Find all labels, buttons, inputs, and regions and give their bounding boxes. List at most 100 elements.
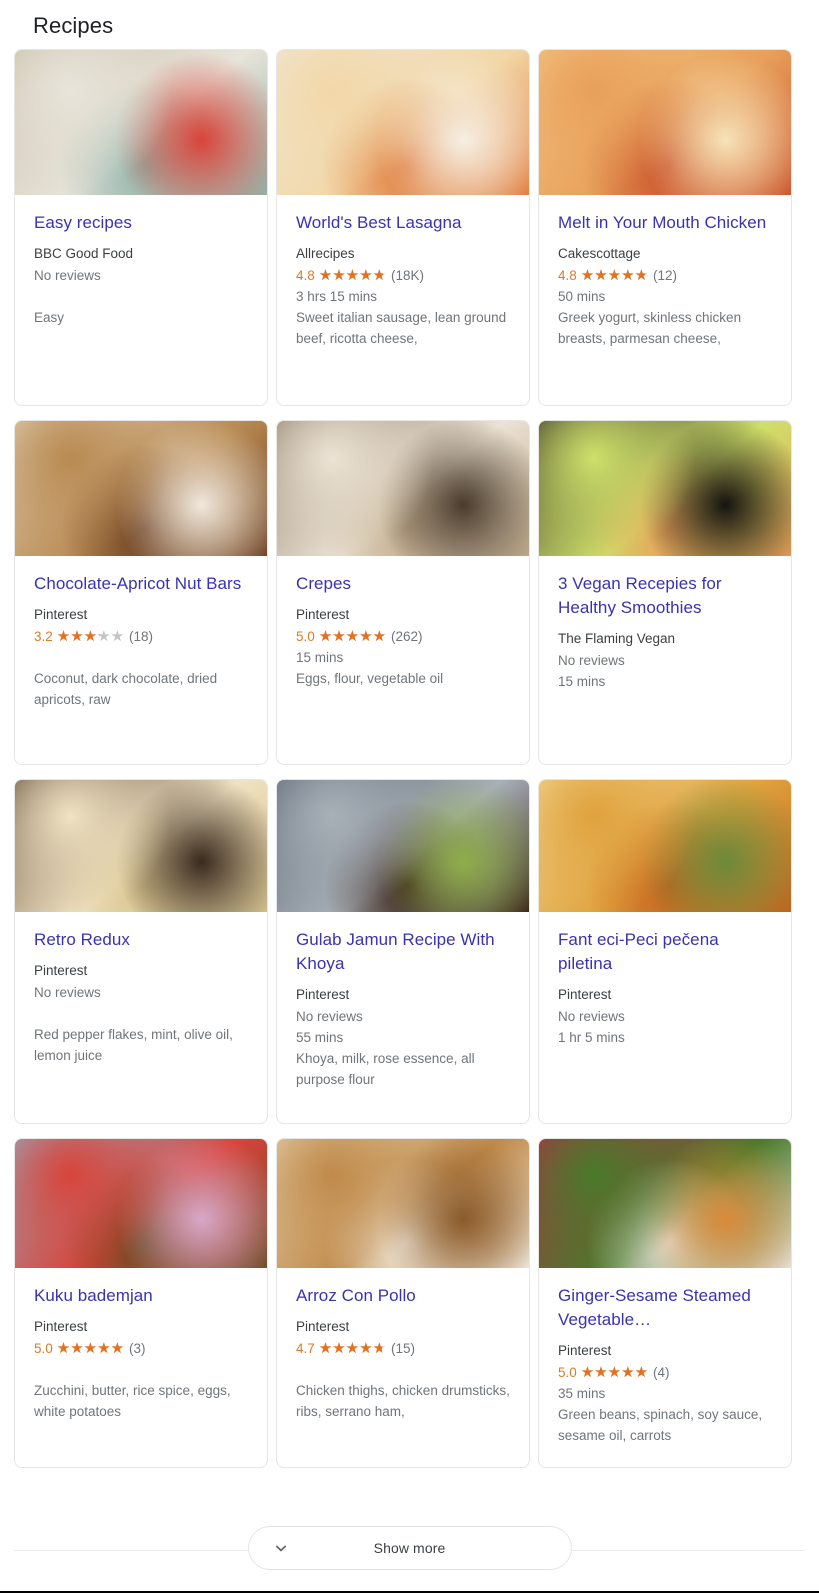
- rating-value: 4.8: [296, 265, 315, 286]
- recipe-title-link[interactable]: Chocolate-Apricot Nut Bars: [34, 572, 249, 596]
- recipe-duration: 15 mins: [558, 671, 773, 692]
- recipe-title-link[interactable]: Ginger-Sesame Steamed Vegetable…: [558, 1284, 773, 1332]
- recipe-source: Pinterest: [296, 984, 511, 1005]
- recipe-card[interactable]: 3 Vegan Recepies for Healthy SmoothiesTh…: [538, 420, 792, 765]
- recipe-thumbnail[interactable]: [15, 421, 267, 556]
- star-rating-icon: ★★★★★★★★★★: [319, 1341, 386, 1356]
- recipe-title-link[interactable]: Fant eci-Peci pečena piletina: [558, 928, 773, 976]
- recipe-source: Pinterest: [34, 604, 249, 625]
- recipe-card-body: Gulab Jamun Recipe With KhoyaPinterestNo…: [277, 912, 529, 1123]
- show-more-label: Show more: [374, 1540, 446, 1556]
- recipe-duration: 55 mins: [296, 1027, 511, 1048]
- recipe-title-link[interactable]: World's Best Lasagna: [296, 211, 511, 235]
- recipe-thumbnail[interactable]: [539, 1139, 791, 1268]
- recipe-source: Pinterest: [558, 984, 773, 1005]
- rating-count: (4): [653, 1362, 670, 1383]
- show-more-button[interactable]: Show more: [248, 1526, 572, 1570]
- recipe-title-link[interactable]: Melt in Your Mouth Chicken: [558, 211, 773, 235]
- recipe-duration: 50 mins: [558, 286, 773, 307]
- recipe-card[interactable]: World's Best Lasagna Allrecipes4.8★★★★★★★…: [276, 49, 530, 406]
- recipe-card-body: World's Best Lasagna Allrecipes4.8★★★★★★★…: [277, 195, 529, 405]
- recipe-source: Pinterest: [558, 1340, 773, 1361]
- recipe-title-link[interactable]: Retro Redux: [34, 928, 249, 952]
- recipe-thumbnail[interactable]: [277, 421, 529, 556]
- recipe-thumbnail[interactable]: [277, 50, 529, 195]
- recipe-thumbnail[interactable]: [277, 780, 529, 912]
- rating-count: (15): [391, 1338, 415, 1359]
- rating-value: 3.2: [34, 626, 53, 647]
- recipe-ingredients: Sweet italian sausage, lean ground beef,…: [296, 307, 511, 349]
- recipe-no-reviews: No reviews: [34, 265, 249, 286]
- recipe-title-link[interactable]: 3 Vegan Recepies for Healthy Smoothies: [558, 572, 773, 620]
- recipe-card-body: 3 Vegan Recepies for Healthy SmoothiesTh…: [539, 556, 791, 764]
- recipe-rating: 3.2 ★★★★★★★★★★ (18): [34, 626, 249, 647]
- recipe-source: BBC Good Food: [34, 243, 249, 264]
- recipe-duration: 3 hrs 15 mins: [296, 286, 511, 307]
- recipe-card-body: Retro ReduxPinterestNo reviewsRed pepper…: [15, 912, 267, 1123]
- recipe-card[interactable]: Gulab Jamun Recipe With KhoyaPinterestNo…: [276, 779, 530, 1124]
- recipe-duration: 15 mins: [296, 647, 511, 668]
- recipe-card[interactable]: Fant eci-Peci pečena piletina PinterestNo…: [538, 779, 792, 1124]
- recipe-title-link[interactable]: Kuku bademjan: [34, 1284, 249, 1308]
- recipe-card[interactable]: Retro ReduxPinterestNo reviewsRed pepper…: [14, 779, 268, 1124]
- layout-spacer: [296, 1359, 511, 1380]
- rating-value: 4.7: [296, 1338, 315, 1359]
- recipe-duration: 1 hr 5 mins: [558, 1027, 773, 1048]
- recipe-no-reviews: No reviews: [558, 1006, 773, 1027]
- recipe-duration: 35 mins: [558, 1383, 773, 1404]
- star-rating-icon: ★★★★★★★★★★: [57, 629, 124, 644]
- recipes-panel: Recipes Easy recipesBBC Good FoodNo revi…: [0, 0, 819, 1468]
- recipe-card-body: Arroz Con Pollo Pinterest4.7 ★★★★★★★★★★ (15…: [277, 1268, 529, 1467]
- rating-value: 4.8: [558, 265, 577, 286]
- recipe-thumbnail[interactable]: [539, 50, 791, 195]
- star-rating-icon: ★★★★★★★★★★: [581, 268, 648, 283]
- layout-spacer: [34, 286, 249, 307]
- recipe-ingredients: Green beans, spinach, soy sauce, sesame …: [558, 1404, 773, 1446]
- recipe-card[interactable]: Arroz Con Pollo Pinterest4.7 ★★★★★★★★★★ (15…: [276, 1138, 530, 1468]
- recipe-ingredients: Greek yogurt, skinless chicken breasts, …: [558, 307, 773, 349]
- recipe-card-body: Kuku bademjanPinterest5.0★★★★★★★★★★(3)Zu…: [15, 1268, 267, 1467]
- recipe-source: Allrecipes: [296, 243, 511, 264]
- star-rating-icon: ★★★★★★★★★★: [581, 1365, 648, 1380]
- recipe-card[interactable]: CrepesPinterest5.0★★★★★★★★★★(262)15 mins…: [276, 420, 530, 765]
- recipe-card[interactable]: Melt in Your Mouth Chicken Cakescottage4.…: [538, 49, 792, 406]
- recipe-thumbnail[interactable]: [15, 50, 267, 195]
- recipe-card[interactable]: Chocolate-Apricot Nut Bars Pinterest3.2 ★★…: [14, 420, 268, 765]
- layout-spacer: [34, 1359, 249, 1380]
- star-rating-icon: ★★★★★★★★★★: [319, 629, 386, 644]
- recipe-thumbnail[interactable]: [277, 1139, 529, 1268]
- recipe-source: Pinterest: [296, 604, 511, 625]
- recipe-ingredients: Coconut, dark chocolate, dried apricots,…: [34, 668, 249, 710]
- recipe-ingredients: Eggs, flour, vegetable oil: [296, 668, 511, 689]
- rating-count: (18): [129, 626, 153, 647]
- recipe-rating: 5.0 ★★★★★★★★★★ (4): [558, 1362, 773, 1383]
- recipe-ingredients: Chicken thighs, chicken drumsticks, ribs…: [296, 1380, 511, 1422]
- recipe-thumbnail[interactable]: [15, 780, 267, 912]
- recipe-card-body: Melt in Your Mouth Chicken Cakescottage4.…: [539, 195, 791, 405]
- recipe-card-body: Easy recipesBBC Good FoodNo reviewsEasy: [15, 195, 267, 405]
- rating-value: 5.0: [558, 1362, 577, 1383]
- recipe-card[interactable]: Easy recipesBBC Good FoodNo reviewsEasy: [14, 49, 268, 406]
- recipe-title-link[interactable]: Arroz Con Pollo: [296, 1284, 511, 1308]
- recipe-title-link[interactable]: Crepes: [296, 572, 511, 596]
- recipe-rating: 4.8★★★★★★★★★★(18K): [296, 265, 511, 286]
- recipe-source: Cakescottage: [558, 243, 773, 264]
- recipe-ingredients: Khoya, milk, rose essence, all purpose f…: [296, 1048, 511, 1090]
- rating-value: 5.0: [34, 1338, 53, 1359]
- recipe-source: Pinterest: [34, 1316, 249, 1337]
- recipe-card-body: Chocolate-Apricot Nut Bars Pinterest3.2 ★★…: [15, 556, 267, 764]
- recipes-grid: Easy recipesBBC Good FoodNo reviewsEasyW…: [0, 40, 819, 1468]
- recipe-thumbnail[interactable]: [539, 780, 791, 912]
- recipe-title-link[interactable]: Easy recipes: [34, 211, 249, 235]
- recipe-source: Pinterest: [296, 1316, 511, 1337]
- recipe-card[interactable]: Kuku bademjanPinterest5.0★★★★★★★★★★(3)Zu…: [14, 1138, 268, 1468]
- recipe-no-reviews: No reviews: [558, 650, 773, 671]
- recipe-card[interactable]: Ginger-Sesame Steamed Vegetable… Pinteres…: [538, 1138, 792, 1468]
- recipe-card-body: Ginger-Sesame Steamed Vegetable… Pinteres…: [539, 1268, 791, 1467]
- recipe-title-link[interactable]: Gulab Jamun Recipe With Khoya: [296, 928, 511, 976]
- recipe-thumbnail[interactable]: [15, 1139, 267, 1268]
- recipe-thumbnail[interactable]: [539, 421, 791, 556]
- recipe-ingredients: Zucchini, butter, rice spice, eggs, whit…: [34, 1380, 249, 1422]
- recipe-card-body: CrepesPinterest5.0★★★★★★★★★★(262)15 mins…: [277, 556, 529, 764]
- recipe-ingredients: Red pepper flakes, mint, olive oil, lemo…: [34, 1024, 249, 1066]
